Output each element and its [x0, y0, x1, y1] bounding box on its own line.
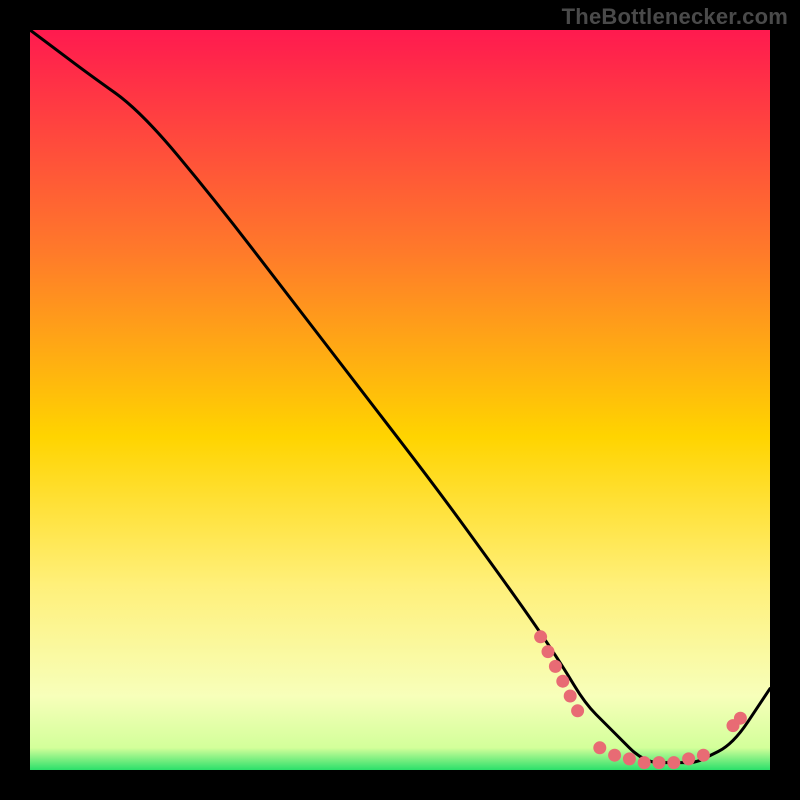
data-marker	[571, 704, 584, 717]
data-marker	[623, 752, 636, 765]
data-marker	[653, 756, 666, 769]
watermark-label: TheBottlenecker.com	[562, 4, 788, 30]
data-marker	[697, 749, 710, 762]
plot-area	[30, 30, 770, 770]
data-marker	[556, 675, 569, 688]
data-marker	[682, 752, 695, 765]
data-marker	[549, 660, 562, 673]
chart-stage: TheBottlenecker.com	[0, 0, 800, 800]
data-marker	[638, 756, 651, 769]
data-marker	[608, 749, 621, 762]
data-marker	[542, 645, 555, 658]
data-marker	[734, 712, 747, 725]
data-marker	[564, 690, 577, 703]
chart-svg	[30, 30, 770, 770]
data-marker	[593, 741, 606, 754]
data-marker	[667, 756, 680, 769]
data-marker	[534, 630, 547, 643]
gradient-background	[30, 30, 770, 770]
